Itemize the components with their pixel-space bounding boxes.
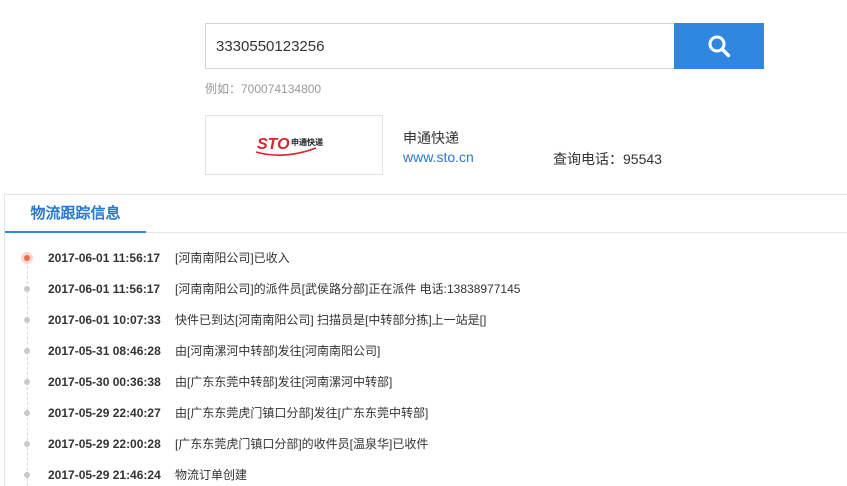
- status-dot-icon: [24, 379, 30, 385]
- table-row: 2017-05-30 00:36:38 由[广东东莞中转部]发往[河南漯河中转部…: [5, 372, 847, 392]
- track-time: 2017-06-01 11:56:17: [48, 251, 161, 265]
- table-row: 2017-06-01 10:07:33 快件已到达[河南南阳公司] 扫描员是[中…: [5, 310, 847, 330]
- track-description: 由[河南漯河中转部]发往[河南南阳公司]: [175, 344, 381, 358]
- table-row: 2017-05-29 22:00:28 [广东东莞虎门镇口分部]的收件员[温泉华…: [5, 434, 847, 454]
- tracking-panel-header: 物流跟踪信息: [5, 195, 847, 233]
- track-description: 由[广东东莞虎门镇口分部]发往[广东东莞中转部]: [175, 406, 429, 420]
- status-dot-icon: [24, 317, 30, 323]
- track-description: [广东东莞虎门镇口分部]的收件员[温泉华]已收件: [175, 437, 429, 451]
- search-button[interactable]: [674, 23, 764, 69]
- tracking-panel: 物流跟踪信息 2017-06-01 11:56:17 [河南南阳公司]已收入 2…: [4, 194, 847, 486]
- tracking-number-input[interactable]: [206, 24, 674, 68]
- track-description: [河南南阳公司]的派件员[武侯路分部]正在派件 电话:13838977145: [175, 282, 521, 296]
- table-row: 2017-06-01 11:56:17 [河南南阳公司]的派件员[武侯路分部]正…: [5, 279, 847, 299]
- logo-subtext: 申通快递: [291, 137, 323, 147]
- carrier-logo: STO 申通快递: [205, 115, 383, 175]
- carrier-name: 申通快递: [403, 130, 459, 146]
- track-time: 2017-05-30 00:36:38: [48, 375, 161, 389]
- table-row: 2017-05-31 08:46:28 由[河南漯河中转部]发往[河南南阳公司]: [5, 341, 847, 361]
- track-time: 2017-05-31 08:46:28: [48, 344, 161, 358]
- track-time: 2017-05-29 22:00:28: [48, 437, 161, 451]
- table-row: 2017-05-29 21:46:24 物流订单创建: [5, 465, 847, 485]
- status-dot-icon: [24, 348, 30, 354]
- status-dot-icon: [24, 441, 30, 447]
- table-row: 2017-05-29 22:40:27 由[广东东莞虎门镇口分部]发往[广东东莞…: [5, 403, 847, 423]
- track-time: 2017-06-01 11:56:17: [48, 282, 161, 296]
- track-description: 快件已到达[河南南阳公司] 扫描员是[中转部分拣]上一站是[]: [175, 313, 487, 327]
- track-description: [河南南阳公司]已收入: [175, 251, 290, 265]
- track-description: 由[广东东莞中转部]发往[河南漯河中转部]: [175, 375, 393, 389]
- tab-tracking-info[interactable]: 物流跟踪信息: [5, 195, 146, 233]
- search-box: [205, 23, 674, 69]
- carrier-phone: 查询电话：95543: [553, 151, 662, 167]
- logo-text: STO: [257, 136, 290, 153]
- current-status-dot-icon: [24, 255, 30, 261]
- table-row: 2017-06-01 11:56:17 [河南南阳公司]已收入: [5, 248, 847, 268]
- status-dot-icon: [24, 472, 30, 478]
- status-dot-icon: [24, 286, 30, 292]
- track-time: 2017-06-01 10:07:33: [48, 313, 161, 327]
- search-hint: 例如：700074134800: [205, 82, 322, 96]
- sto-logo-icon: STO 申通快递: [255, 136, 323, 156]
- track-time: 2017-05-29 21:46:24: [48, 468, 161, 482]
- track-description: 物流订单创建: [175, 468, 248, 482]
- search-icon: [708, 35, 731, 58]
- status-dot-icon: [24, 410, 30, 416]
- track-time: 2017-05-29 22:40:27: [48, 406, 161, 420]
- carrier-website-link[interactable]: www.sto.cn: [403, 149, 474, 165]
